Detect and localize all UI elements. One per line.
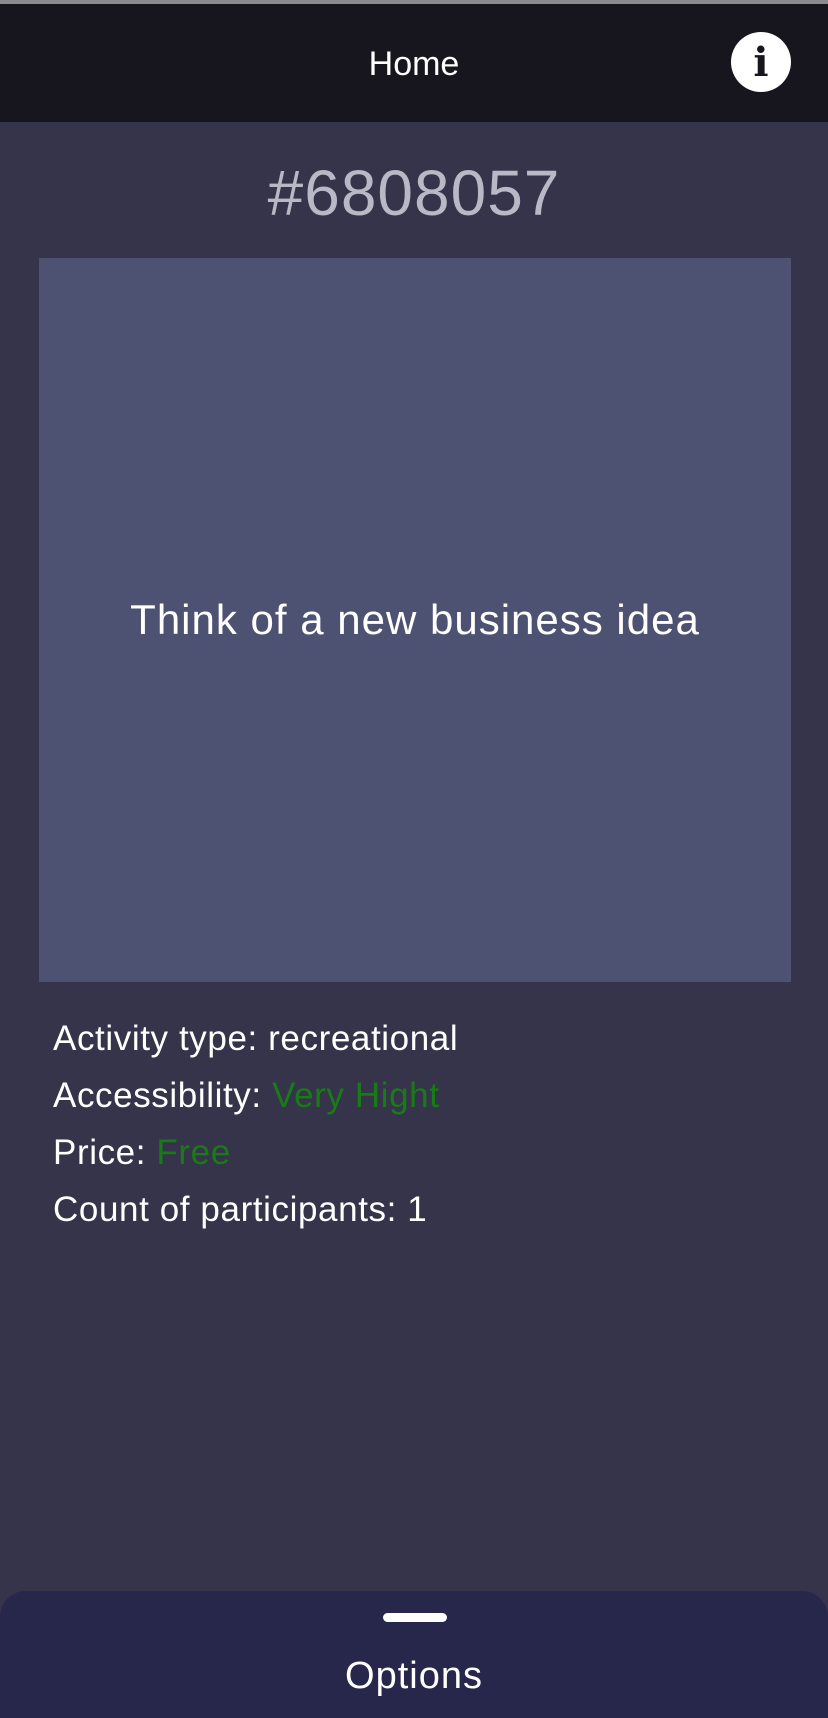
detail-participants: Count of participants: 1 — [53, 1181, 793, 1238]
detail-activity-type: Activity type: recreational — [53, 1010, 793, 1067]
detail-value: 1 — [407, 1190, 428, 1229]
detail-label: Activity type: — [53, 1019, 269, 1058]
detail-label: Accessibility: — [53, 1076, 273, 1115]
detail-accessibility: Accessibility: Very Hight — [53, 1067, 793, 1124]
activity-card[interactable]: Think of a new business idea — [39, 258, 791, 982]
info-button[interactable]: i — [731, 32, 791, 92]
info-icon: i — [753, 39, 769, 86]
detail-value: Very Hight — [272, 1076, 440, 1115]
drag-handle[interactable] — [383, 1613, 447, 1622]
detail-label: Price: — [53, 1133, 157, 1172]
activity-title: Think of a new business idea — [130, 596, 700, 643]
detail-value: Free — [156, 1133, 231, 1172]
options-bottom-sheet[interactable]: Options — [0, 1591, 828, 1718]
options-title[interactable]: Options — [0, 1636, 828, 1716]
page-title: Home — [368, 45, 460, 83]
detail-value: recreational — [268, 1019, 459, 1058]
detail-price: Price: Free — [53, 1124, 793, 1181]
app-bar: Home i — [0, 4, 828, 122]
detail-label: Count of participants: — [53, 1190, 408, 1229]
activity-id: #6808057 — [267, 157, 561, 229]
activity-details: Activity type: recreational Accessibilit… — [53, 1010, 793, 1238]
